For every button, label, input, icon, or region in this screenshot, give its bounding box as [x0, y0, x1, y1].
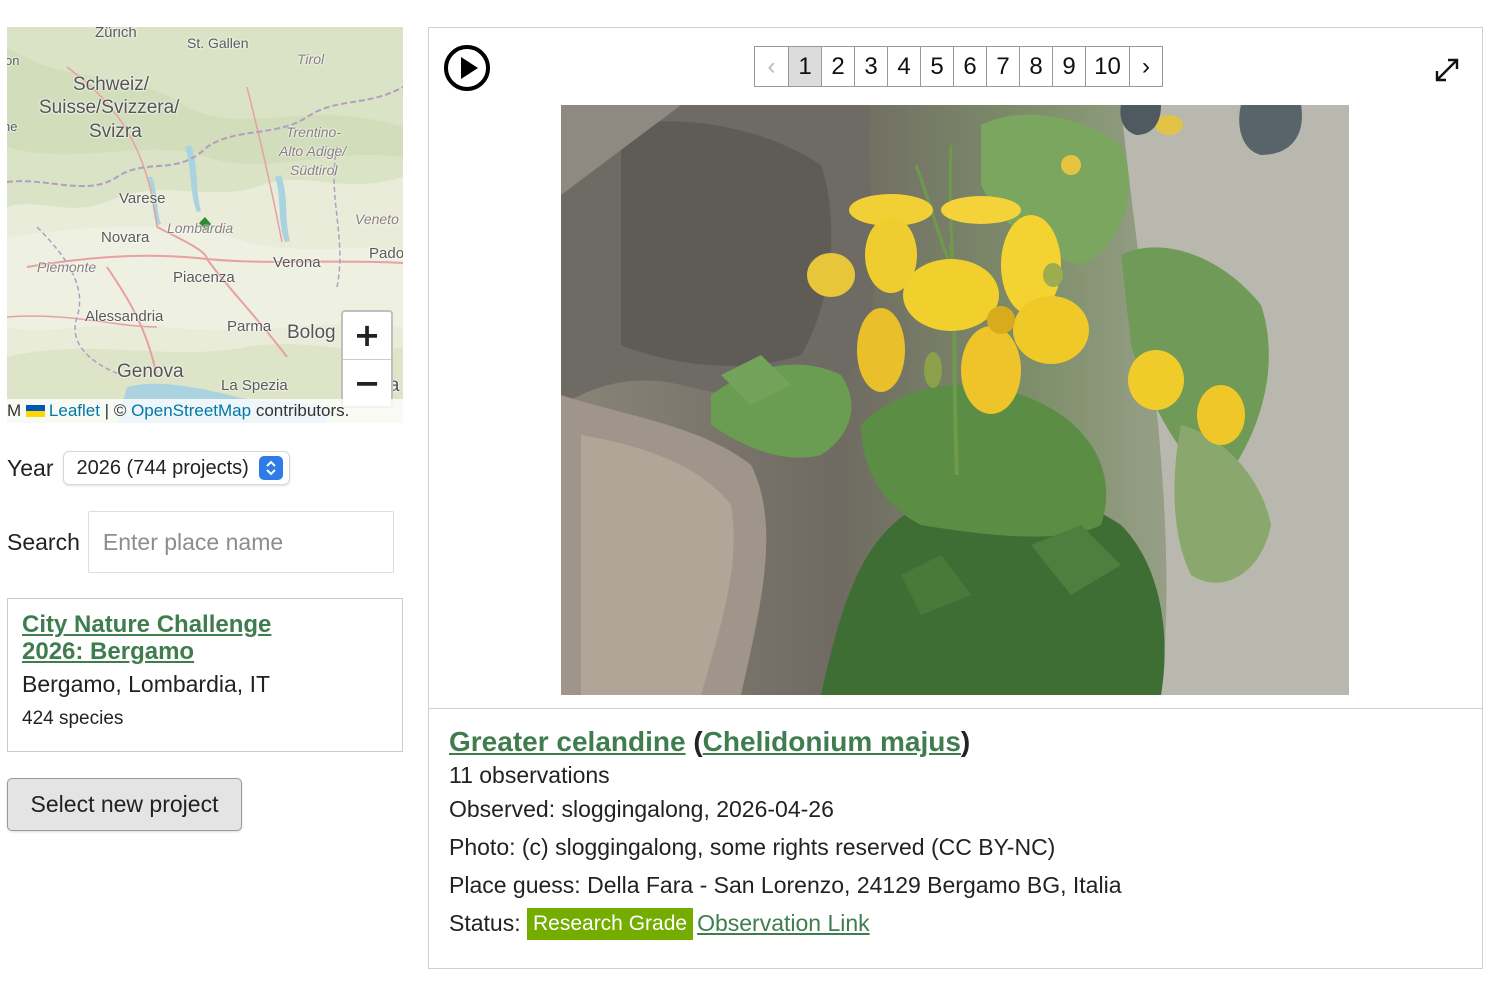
year-select[interactable]: 2026 (744 projects): [63, 451, 290, 485]
zoom-in-button[interactable]: +: [343, 312, 391, 359]
map-label-schweiz: Schweiz/: [73, 74, 150, 95]
attribution-separator: | ©: [99, 401, 132, 420]
pager-page-3[interactable]: 3: [854, 47, 887, 86]
status-label: Status:: [449, 910, 527, 936]
openstreetmap-link[interactable]: OpenStreetMap: [131, 401, 251, 420]
pager-page-8[interactable]: 8: [1019, 47, 1052, 86]
leaflet-link[interactable]: Leaflet: [49, 401, 100, 420]
map-label-la-spezia: La Spezia: [221, 377, 288, 394]
select-arrows-icon: [258, 456, 283, 480]
zoom-control: + −: [341, 310, 393, 408]
pager-page-4[interactable]: 4: [887, 47, 920, 86]
year-row: Year 2026 (744 projects): [7, 451, 290, 485]
flower-photo-image: [561, 105, 1349, 695]
map[interactable]: Zürich St. Gallen Tirol on Schweiz/ Suis…: [7, 27, 403, 423]
map-label-on: on: [7, 53, 20, 68]
year-select-value: 2026 (744 projects): [76, 456, 249, 479]
map-label-parma: Parma: [227, 318, 272, 335]
search-input[interactable]: [87, 511, 394, 573]
status-line: Status: Research Grade Observation Link: [449, 904, 1449, 942]
map-label-genova: Genova: [117, 361, 184, 382]
observation-count: 11 observations: [449, 762, 610, 788]
map-label-bologna: Bolog: [287, 322, 336, 343]
map-label-st-gallen: St. Gallen: [187, 35, 249, 51]
pager-prev-button[interactable]: ‹: [755, 47, 788, 86]
search-label: Search: [7, 528, 80, 555]
map-label-padova: Pado: [369, 245, 403, 262]
select-new-project-button[interactable]: Select new project: [7, 778, 242, 831]
attribution-prefix: M: [7, 401, 22, 420]
map-label-zurich: Zürich: [95, 27, 137, 41]
observation-link[interactable]: Observation Link: [697, 910, 870, 936]
map-label-alessandria: Alessandria: [85, 308, 164, 325]
map-label-verona: Verona: [273, 254, 321, 271]
play-icon[interactable]: [443, 44, 491, 92]
map-label-tirol: Tirol: [297, 51, 325, 67]
map-label-trentino-2: Alto Adige/: [279, 143, 347, 159]
map-attribution: M Leaflet | © OpenStreetMap contributors…: [7, 399, 403, 423]
pager-page-10[interactable]: 10: [1085, 47, 1129, 86]
observation-panel: ‹ 1 2 3 4 5 6 7 8 9 10 › Greater celandi…: [428, 27, 1483, 969]
project-place: Bergamo, Lombardia, IT: [22, 671, 271, 697]
pagination: ‹ 1 2 3 4 5 6 7 8 9 10 ›: [754, 46, 1163, 87]
pager-next-button[interactable]: ›: [1129, 47, 1162, 86]
project-title-link[interactable]: City Nature Challenge 2026: Bergamo: [22, 611, 322, 665]
year-label: Year: [7, 454, 54, 481]
map-label-trentino-1: Trentino-: [286, 124, 341, 140]
scientific-name-link[interactable]: Chelidonium majus: [703, 726, 961, 757]
taxon-open-paren: (: [685, 726, 703, 757]
map-label-suisse: Suisse/Svizzera/: [39, 97, 180, 118]
pager-page-7[interactable]: 7: [986, 47, 1019, 86]
map-label-trentino-3: Südtirol: [290, 162, 338, 178]
pager-page-1[interactable]: 1: [788, 47, 821, 86]
map-label-varese: Varese: [119, 190, 166, 207]
observation-photo[interactable]: [561, 105, 1349, 695]
map-label-veneto: Veneto: [355, 211, 399, 227]
pager-page-2[interactable]: 2: [821, 47, 854, 86]
project-card: City Nature Challenge 2026: Bergamo Berg…: [7, 598, 403, 752]
map-label-piacenza: Piacenza: [173, 269, 235, 286]
taxon-close-paren: ): [960, 726, 971, 757]
map-label-piemonte: Piemonte: [37, 259, 97, 275]
expand-icon[interactable]: [1433, 56, 1461, 84]
place-guess: Place guess: Della Fara - San Lorenzo, 2…: [449, 872, 1122, 898]
pager-page-5[interactable]: 5: [920, 47, 953, 86]
common-name-link[interactable]: Greater celandine: [449, 726, 686, 757]
observation-details: Greater celandine (Chelidonium majus) 11…: [449, 726, 1449, 942]
observed-by: Observed: sloggingalong, 2026-04-26: [449, 796, 834, 822]
attribution-suffix: contributors.: [251, 401, 350, 420]
pager-page-6[interactable]: 6: [953, 47, 986, 86]
map-label-svizra: Svizra: [89, 121, 142, 142]
pager-page-9[interactable]: 9: [1052, 47, 1085, 86]
map-label-novara: Novara: [101, 229, 150, 246]
project-species-count: 424 species: [22, 708, 124, 729]
map-label-lombardia: Lombardia: [167, 220, 234, 236]
search-row: Search: [7, 511, 394, 573]
photo-credit: Photo: (c) sloggingalong, some rights re…: [449, 834, 1056, 860]
status-badge: Research Grade: [526, 908, 694, 940]
taxon-line: Greater celandine (Chelidonium majus): [449, 726, 1449, 758]
panel-divider: [429, 708, 1482, 709]
ukraine-flag-icon: [25, 405, 45, 417]
map-label-ne: ne: [7, 119, 18, 134]
